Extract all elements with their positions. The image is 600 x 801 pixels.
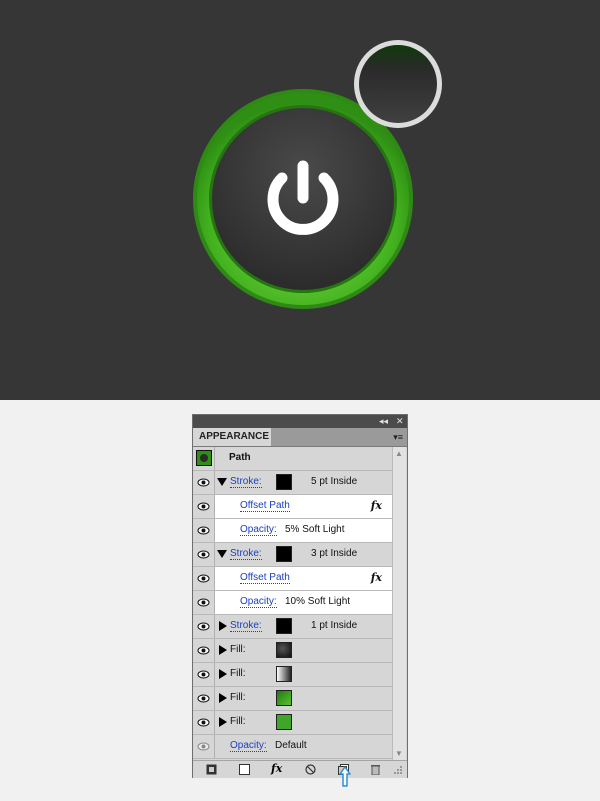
fx-icon[interactable]: fx <box>371 499 382 512</box>
collapse-triangle-icon[interactable] <box>219 669 227 679</box>
panel-titlebar[interactable]: ◂◂ ✕ <box>193 415 407 428</box>
fill-row-4[interactable]: Fill: <box>193 711 392 735</box>
path-thumbnail <box>196 450 212 466</box>
clear-appearance-icon[interactable] <box>305 764 316 775</box>
collapse-triangle-icon[interactable] <box>219 621 227 631</box>
collapse-triangle-icon[interactable] <box>219 645 227 655</box>
collapse-triangle-icon[interactable] <box>219 717 227 727</box>
panel-bottom-toolbar: fx <box>193 760 407 778</box>
opacity-value: Default <box>275 740 307 751</box>
cursor-pointer-icon <box>339 766 351 787</box>
eye-icon[interactable] <box>197 476 210 489</box>
eye-icon[interactable] <box>197 644 210 657</box>
eye-icon[interactable] <box>197 668 210 681</box>
stroke-row-2[interactable]: Stroke: 3 pt Inside <box>193 543 392 567</box>
fill-label: Fill: <box>230 668 246 679</box>
thumbnail-col <box>193 447 215 470</box>
opacity-value: 5% Soft Light <box>285 524 345 535</box>
effect-row-2[interactable]: Offset Path fx <box>193 567 392 591</box>
fill-label: Fill: <box>230 644 246 655</box>
artboard-canvas <box>0 0 600 400</box>
fill-row-1[interactable]: Fill: <box>193 639 392 663</box>
effect-row-1[interactable]: Offset Path fx <box>193 495 392 519</box>
object-row[interactable]: Path <box>193 447 392 471</box>
fill-label: Fill: <box>230 716 246 727</box>
eye-icon[interactable] <box>197 596 210 609</box>
delete-item-icon[interactable] <box>370 764 381 775</box>
stroke-swatch[interactable] <box>276 618 292 634</box>
eye-icon[interactable] <box>197 548 210 561</box>
fx-icon[interactable]: fx <box>371 571 382 584</box>
opacity-row-1[interactable]: Opacity: 5% Soft Light <box>193 519 392 543</box>
eye-icon[interactable] <box>197 524 210 537</box>
eye-icon[interactable] <box>197 500 210 513</box>
object-label: Path <box>229 452 251 463</box>
panel-menu-icon[interactable]: ▾≡ <box>393 431 403 443</box>
panel-tab-row: APPEARANCE ▾≡ <box>193 428 407 447</box>
fill-row-2[interactable]: Fill: <box>193 663 392 687</box>
fill-swatch[interactable] <box>276 690 292 706</box>
collapse-icon[interactable]: ◂◂ <box>379 416 388 427</box>
stroke-row-3[interactable]: Stroke: 1 pt Inside <box>193 615 392 639</box>
opacity-link[interactable]: Opacity: <box>240 524 277 536</box>
collapse-triangle-icon[interactable] <box>219 693 227 703</box>
add-effect-fx-icon[interactable]: fx <box>271 762 287 775</box>
magnifier-circle <box>354 40 442 128</box>
stroke-link[interactable]: Stroke: <box>230 476 262 488</box>
tab-appearance[interactable]: APPEARANCE <box>193 428 271 446</box>
eye-icon[interactable] <box>197 716 210 729</box>
global-opacity-row[interactable]: Opacity: Default <box>193 735 392 759</box>
appearance-panel: ◂◂ ✕ APPEARANCE ▾≡ Path Stroke: 5 pt Ins… <box>192 414 408 778</box>
fill-label: Fill: <box>230 692 246 703</box>
fill-swatch[interactable] <box>276 666 292 682</box>
stroke-swatch[interactable] <box>276 546 292 562</box>
opacity-link[interactable]: Opacity: <box>240 596 277 608</box>
offset-path-link[interactable]: Offset Path <box>240 500 290 512</box>
stroke-value: 1 pt Inside <box>311 620 358 631</box>
eye-icon[interactable] <box>197 620 210 633</box>
offset-path-link[interactable]: Offset Path <box>240 572 290 584</box>
opacity-value: 10% Soft Light <box>285 596 351 607</box>
scroll-down-icon[interactable]: ▼ <box>395 749 403 758</box>
expand-triangle-icon[interactable] <box>217 550 227 558</box>
stroke-value: 3 pt Inside <box>311 548 358 559</box>
opacity-link[interactable]: Opacity: <box>230 740 267 752</box>
close-icon[interactable]: ✕ <box>396 416 404 427</box>
scroll-up-icon[interactable]: ▲ <box>395 449 403 458</box>
fill-row-3[interactable]: Fill: <box>193 687 392 711</box>
stroke-swatch[interactable] <box>276 474 292 490</box>
add-new-fill-icon[interactable] <box>239 764 250 775</box>
stroke-row-1[interactable]: Stroke: 5 pt Inside <box>193 471 392 495</box>
power-button-artwork <box>193 40 442 309</box>
expand-triangle-icon[interactable] <box>217 478 227 486</box>
opacity-row-2[interactable]: Opacity: 10% Soft Light <box>193 591 392 615</box>
scrollbar[interactable]: ▲ ▼ <box>392 447 406 760</box>
eye-icon[interactable] <box>197 692 210 705</box>
eye-icon[interactable] <box>197 572 210 585</box>
stroke-link[interactable]: Stroke: <box>230 620 262 632</box>
eye-icon[interactable] <box>197 740 210 753</box>
fill-swatch[interactable] <box>276 714 292 730</box>
fill-swatch[interactable] <box>276 642 292 658</box>
add-new-stroke-icon[interactable] <box>206 764 217 775</box>
stroke-link[interactable]: Stroke: <box>230 548 262 560</box>
stroke-value: 5 pt Inside <box>311 476 358 487</box>
resize-grip-icon[interactable] <box>391 765 403 777</box>
